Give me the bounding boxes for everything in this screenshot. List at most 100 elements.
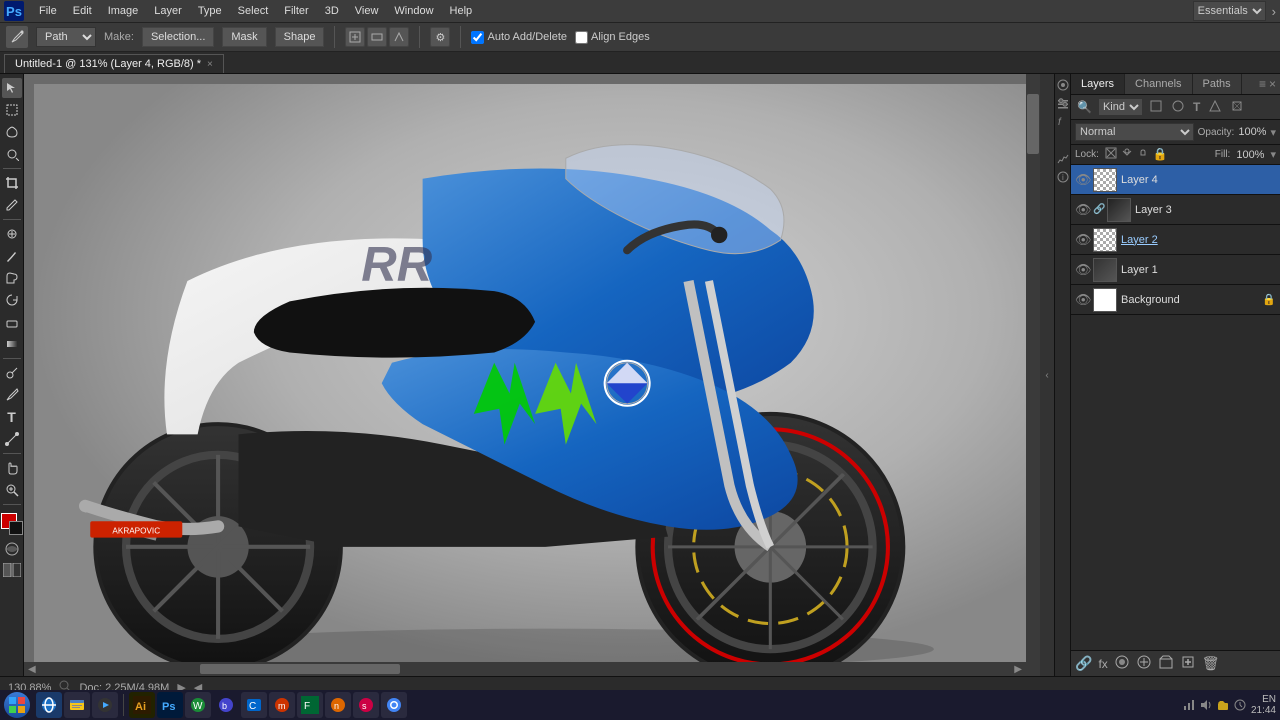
taskbar-ps[interactable]: Ps — [157, 692, 183, 718]
history-brush-tool[interactable] — [2, 290, 22, 310]
lock-image-icon[interactable] — [1121, 147, 1133, 162]
marquee-tool[interactable] — [2, 100, 22, 120]
fill-value[interactable]: 100% — [1236, 149, 1264, 161]
transform-icon2[interactable] — [367, 27, 387, 47]
menu-filter[interactable]: Filter — [277, 3, 315, 19]
document-tab[interactable]: Untitled-1 @ 131% (Layer 4, RGB/8) * × — [4, 54, 224, 73]
tab-channels[interactable]: Channels — [1125, 74, 1192, 94]
layer-row-1[interactable]: 👁 Layer 1 — [1071, 255, 1280, 285]
tool-mode-select[interactable]: Path — [36, 27, 96, 47]
adjustment-icon[interactable] — [1136, 654, 1152, 673]
panel-icon-adj[interactable] — [1056, 96, 1070, 110]
taskbar-ai[interactable]: Ai — [129, 692, 155, 718]
transform-icon1[interactable] — [345, 27, 365, 47]
pen-tool[interactable] — [2, 385, 22, 405]
workspace-select[interactable]: Essentials — [1193, 1, 1266, 21]
tab-layers[interactable]: Layers — [1071, 74, 1125, 94]
zoom-tool[interactable] — [2, 480, 22, 500]
make-selection-btn[interactable]: Selection... — [142, 27, 214, 47]
filter-shape-icon[interactable] — [1206, 99, 1224, 116]
screen-mode-btn[interactable] — [3, 563, 21, 577]
layer-row-4[interactable]: 👁 Layer 4 — [1071, 165, 1280, 195]
filter-icon[interactable]: 🔍 — [1075, 100, 1094, 114]
gradient-tool[interactable] — [2, 334, 22, 354]
panel-icon-hist[interactable] — [1056, 152, 1070, 166]
filter-pixel-icon[interactable] — [1147, 99, 1165, 116]
delete-layer-icon[interactable]: 🗑 — [1202, 655, 1220, 672]
v-scrollbar-thumb[interactable] — [1027, 94, 1039, 154]
menu-type[interactable]: Type — [191, 3, 229, 19]
path-selection-tool[interactable] — [2, 78, 22, 98]
layer1-visibility[interactable]: 👁 — [1075, 262, 1089, 278]
clone-stamp-tool[interactable] — [2, 268, 22, 288]
dodge-tool[interactable] — [2, 363, 22, 383]
quick-mask-btn[interactable] — [2, 539, 22, 559]
background-color[interactable] — [9, 521, 23, 535]
panel-icon-color[interactable] — [1056, 78, 1070, 92]
layer-row-3[interactable]: 👁 🔗 Layer 3 — [1071, 195, 1280, 225]
lock-position-icon[interactable] — [1137, 147, 1149, 162]
taskbar-media[interactable] — [92, 692, 118, 718]
lock-transparent-icon[interactable] — [1105, 147, 1117, 162]
shape-btn[interactable]: Shape — [275, 27, 325, 47]
menu-edit[interactable]: Edit — [66, 3, 99, 19]
layer3-visibility[interactable]: 👁 — [1075, 202, 1089, 218]
text-tool[interactable]: T — [2, 407, 22, 427]
v-scrollbar[interactable] — [1026, 74, 1040, 676]
crop-tool[interactable] — [2, 173, 22, 193]
menu-window[interactable]: Window — [387, 3, 440, 19]
taskbar-ie[interactable] — [36, 692, 62, 718]
tab-close[interactable]: × — [207, 59, 213, 70]
brush-tool[interactable] — [2, 246, 22, 266]
tab-paths[interactable]: Paths — [1193, 74, 1242, 94]
color-swatch[interactable] — [1, 513, 23, 535]
menu-file[interactable]: File — [32, 3, 64, 19]
healing-brush-tool[interactable] — [2, 224, 22, 244]
blend-mode-select[interactable]: Normal — [1075, 123, 1194, 141]
opacity-value[interactable]: 100% — [1238, 126, 1266, 138]
menu-help[interactable]: Help — [443, 3, 480, 19]
h-scrollbar-thumb[interactable] — [200, 664, 400, 674]
align-edges-checkbox[interactable] — [575, 31, 588, 44]
filter-type-select[interactable]: Kind — [1098, 98, 1143, 116]
transform-icon3[interactable] — [389, 27, 409, 47]
filter-text-icon[interactable]: T — [1191, 100, 1202, 114]
taskbar-browser2[interactable]: W — [185, 692, 211, 718]
h-scrollbar[interactable]: ◀ ▶ — [24, 662, 1026, 676]
menu-select[interactable]: Select — [231, 3, 276, 19]
path-tool[interactable] — [2, 429, 22, 449]
layer4-visibility[interactable]: 👁 — [1075, 172, 1089, 188]
layer-row-2[interactable]: 👁 Layer 2 — [1071, 225, 1280, 255]
auto-add-delete-checkbox[interactable] — [471, 31, 484, 44]
menu-image[interactable]: Image — [101, 3, 146, 19]
taskbar-app4[interactable]: C — [241, 692, 267, 718]
menu-layer[interactable]: Layer — [147, 3, 189, 19]
panel-icon-info[interactable]: i — [1056, 170, 1070, 184]
new-group-icon[interactable] — [1158, 654, 1174, 673]
mask-btn[interactable]: Mask — [222, 27, 266, 47]
panel-collapse-btn[interactable]: ‹ — [1040, 74, 1054, 676]
new-layer-icon[interactable] — [1180, 654, 1196, 673]
canvas[interactable]: AKRAPOVIC RR — [34, 84, 1026, 662]
panel-close-icon[interactable]: × — [1269, 77, 1276, 91]
menu-view[interactable]: View — [348, 3, 386, 19]
taskbar-app3[interactable]: b — [213, 692, 239, 718]
menu-3d[interactable]: 3D — [318, 3, 346, 19]
fill-arrow[interactable]: ▾ — [1270, 148, 1276, 161]
layer-style-icon[interactable]: fx — [1098, 657, 1107, 671]
add-mask-icon[interactable] — [1114, 654, 1130, 673]
settings-icon[interactable]: ⚙ — [430, 27, 450, 47]
taskbar-app8[interactable]: s — [353, 692, 379, 718]
lasso-tool[interactable] — [2, 122, 22, 142]
panel-icon-style[interactable]: f — [1056, 114, 1070, 128]
h-scroll-right[interactable]: ▶ — [1014, 664, 1022, 675]
taskbar-chrome[interactable] — [381, 692, 407, 718]
h-scroll-left[interactable]: ◀ — [28, 664, 36, 675]
pen-tool-icon[interactable] — [6, 26, 28, 48]
taskbar-app6[interactable]: F — [297, 692, 323, 718]
lock-all-icon[interactable]: 🔒 — [1153, 147, 1168, 162]
start-button[interactable] — [4, 692, 30, 718]
eyedropper-tool[interactable] — [2, 195, 22, 215]
panel-menu-icon[interactable]: ≡ — [1259, 77, 1266, 91]
filter-adj-icon[interactable] — [1169, 99, 1187, 116]
